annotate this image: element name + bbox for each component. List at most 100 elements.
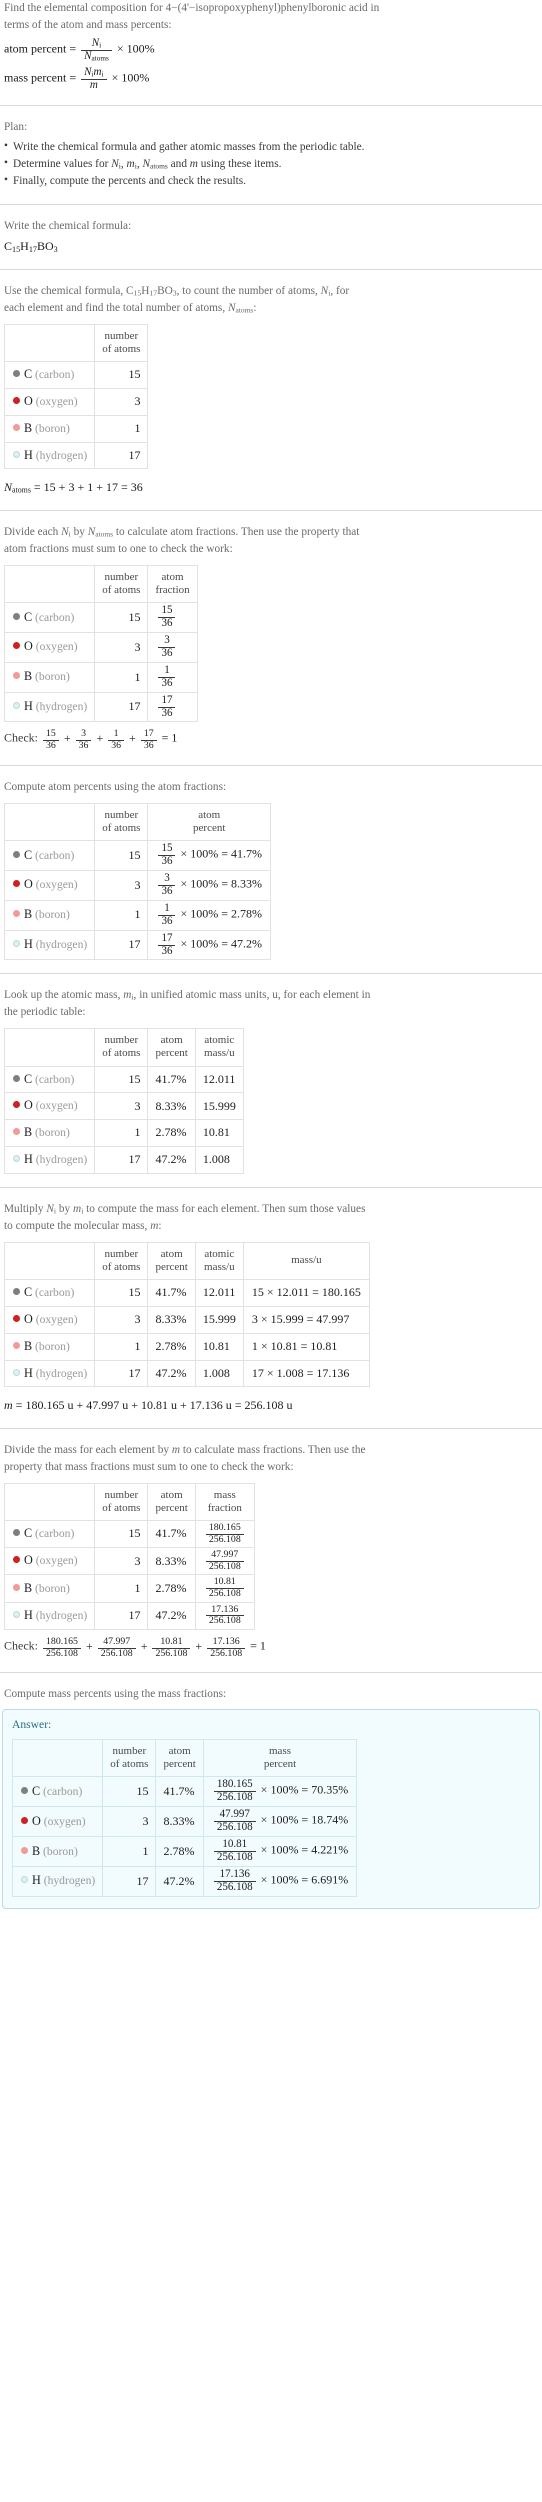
atom-fraction-check: Check: 15 36 + 3 36 + 1 36 + 17 36 = 1	[4, 728, 178, 752]
formula-subscript: 17	[149, 288, 158, 298]
mass-percent-expression: 180.165 256.108 × 100% = 70.35%	[202, 1776, 358, 1808]
col-element	[3, 1241, 96, 1281]
element-symbol: C	[24, 1285, 33, 1300]
element-name: (hydrogen)	[43, 1874, 96, 1888]
mass-percent-definition: mass percent = Nimi m × 100%	[4, 66, 538, 92]
element-color-dot	[13, 612, 20, 620]
divider	[0, 1672, 542, 1674]
col-atomic-mass: atomic mass/u	[194, 1028, 244, 1067]
fraction: 47.997 256.108	[97, 1636, 136, 1659]
element-cell: O (oxygen)	[3, 388, 96, 416]
element-symbol: C	[24, 609, 33, 624]
atom-count: 3	[94, 1305, 149, 1334]
atom-percent-expression: 15 36 × 100% = 41.7%	[147, 840, 271, 871]
atomic-mass: 10.81	[194, 1119, 244, 1148]
atom-fraction: 1 36	[147, 661, 198, 693]
fraction-denominator: 256.108	[208, 1533, 241, 1545]
fraction-numerator: 47.997	[97, 1636, 136, 1649]
col-element	[11, 1738, 104, 1778]
table-header-row: number of atoms atom percent atomic mass/u	[3, 1028, 244, 1067]
total-atoms-line: Natoms = 15 + 3 + 1 + 17 = 36	[4, 480, 143, 496]
col-atom-percent: atom percent	[147, 1482, 196, 1521]
atom-count: 3	[94, 869, 149, 901]
element-cell: C (carbon)	[3, 1279, 96, 1307]
atomic-mass-prompt-line-2: the periodic table:	[4, 1006, 86, 1019]
fraction-numerator: 3	[158, 634, 176, 648]
divider	[0, 973, 542, 975]
table-row: H (hydrogen) 17 47.2% 17.136 256.108	[3, 1601, 255, 1630]
fraction: 15 36	[158, 604, 176, 630]
col-element	[3, 323, 96, 363]
element-name: (hydrogen)	[35, 1153, 88, 1167]
atom-percent: 2.78%	[147, 1574, 196, 1603]
fraction: 1 36	[108, 729, 125, 751]
fraction: 1 36	[158, 664, 176, 690]
mass-fraction-check: Check: 180.165 256.108 + 47.997 256.108 + …	[4, 1635, 266, 1659]
element-color-dot	[13, 1529, 20, 1537]
divider	[0, 764, 542, 766]
formula-prompt: Write the chemical formula:	[4, 219, 132, 232]
table-row: H (hydrogen) 17	[3, 441, 149, 470]
table-row: B (boron) 1 2.78% 10.81 1 × 10.81 = 10.81	[3, 1332, 370, 1361]
formula-subscript: 17	[28, 245, 37, 255]
mass-percent-expression: 47.997 256.108 × 100% = 18.74%	[202, 1806, 358, 1837]
atom-percent-denominator: Natoms	[84, 49, 109, 63]
atom-percent: 8.33%	[155, 1806, 204, 1837]
element-symbol: B	[24, 907, 33, 922]
fraction-denominator: 36	[46, 740, 56, 752]
element-cell: B (boron)	[3, 414, 96, 443]
mass-fraction-table: number of atoms atom percent mass fraction …	[3, 1482, 255, 1630]
mass-fraction: 17.136 256.108	[194, 1601, 255, 1630]
atom-count: 3	[94, 1092, 149, 1121]
element-cell: C (carbon)	[3, 602, 96, 633]
table-header-row: number of atoms atom percent mass percent	[11, 1738, 358, 1778]
atom-percent-fraction: Ni Natoms	[81, 37, 112, 63]
atom-count: 1	[94, 414, 149, 443]
atom-percent: 2.78%	[147, 1332, 196, 1361]
atom-count: 17	[94, 929, 149, 961]
table-header-row: number of atoms atom fraction	[3, 564, 198, 604]
table-row: O (oxygen) 3 3 36	[3, 631, 198, 663]
fraction-prompt-line-2: atom fractions must sum to one to check …	[4, 542, 233, 555]
element-symbol: O	[24, 1311, 33, 1326]
fraction: 3 36	[75, 729, 92, 751]
element-name: (oxygen)	[35, 1554, 78, 1568]
element-symbol: H	[32, 1873, 41, 1888]
atom-count: 17	[94, 691, 149, 723]
element-symbol: C	[24, 1526, 33, 1541]
mass-prompt-line-2: to compute the molecular mass, m:	[4, 1219, 162, 1232]
element-symbol: H	[24, 1365, 33, 1380]
element-name: (hydrogen)	[35, 938, 88, 952]
solution-page: Find the elemental composition for 4−(4'…	[0, 0, 542, 1909]
fraction: 17.136 256.108	[207, 1636, 246, 1659]
problem-statement: Find the elemental composition for 4−(4'…	[0, 0, 542, 92]
atom-fraction: 15 36	[147, 602, 198, 633]
element-color-dot	[13, 850, 20, 858]
table-row: O (oxygen) 3 8.33% 47.997 256.108 × 100% = 1…	[11, 1806, 358, 1837]
col-number-of-atoms: number of atoms	[94, 564, 149, 604]
atom-count: 3	[102, 1806, 157, 1837]
times-100-atom: × 100%	[116, 41, 155, 56]
table-row: B (boron) 1 2.78% 10.81 256.108	[3, 1574, 255, 1603]
fraction-numerator: 1	[158, 902, 176, 916]
element-name: (hydrogen)	[35, 448, 88, 462]
atom-count: 17	[94, 1601, 149, 1630]
atomic-mass-section: Look up the atomic mass, mi, in unified …	[0, 987, 542, 1174]
atom-count: 17	[94, 441, 149, 470]
formula-subscript: 3	[53, 245, 58, 255]
problem-line-2: terms of the atom and mass percents:	[4, 18, 172, 31]
element-symbol: C	[24, 367, 33, 382]
fraction-numerator: 3	[158, 872, 176, 886]
problem-line-1: Find the elemental composition for 4−(4'…	[4, 2, 380, 14]
atom-percent: 47.2%	[147, 1359, 196, 1388]
fraction-denominator: 36	[161, 914, 173, 927]
atom-count: 15	[94, 840, 149, 871]
fraction: 47.997 256.108	[213, 1808, 256, 1834]
element-name: (boron)	[43, 1844, 78, 1858]
mass-percent-fraction: Nimi m	[81, 66, 107, 92]
atom-percent-label: atom percent	[4, 41, 67, 56]
fraction-denominator: 256.108	[208, 1615, 241, 1627]
fraction-denominator: 256.108	[216, 1791, 253, 1804]
element-color-dot	[13, 1368, 20, 1376]
atom-count: 1	[94, 899, 149, 931]
